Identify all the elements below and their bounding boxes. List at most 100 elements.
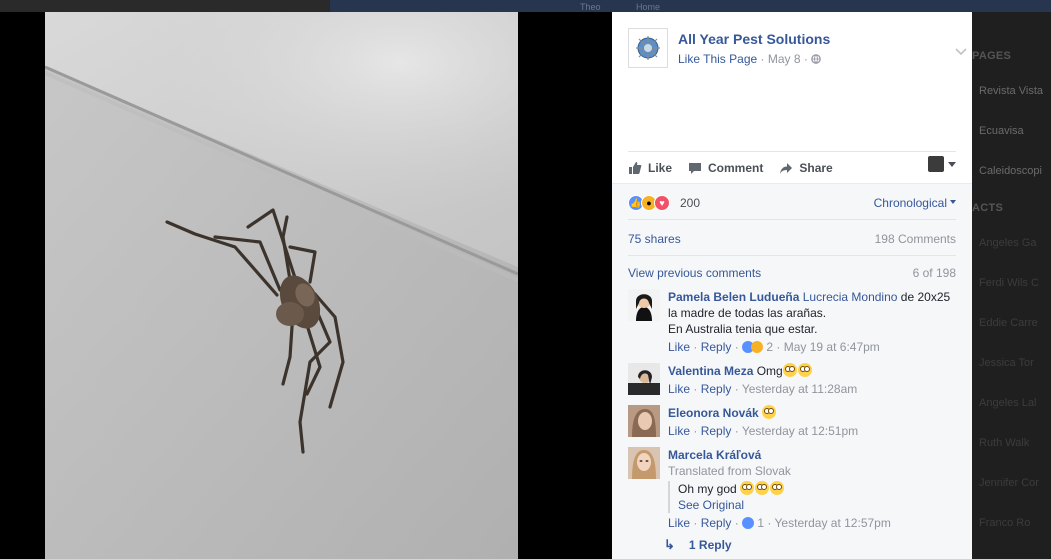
commenter-avatar[interactable] <box>628 447 660 479</box>
comment-text: Eleonora Novák <box>668 405 958 421</box>
comment-like-link[interactable]: Like <box>668 340 690 354</box>
fearful-face-emoji-icon <box>797 363 812 377</box>
comment-like-link[interactable]: Like <box>668 382 690 396</box>
comment-reply-link[interactable]: Reply <box>701 424 732 438</box>
avatar-image <box>628 289 660 321</box>
sidebar-contact-item[interactable]: Jennifer Cor <box>979 477 1039 489</box>
sidebar-page-item[interactable]: Revista Vista <box>979 85 1043 97</box>
like-reaction-icon <box>742 517 755 529</box>
comment-body: Valentina Meza Omg Like · Reply · Yester… <box>668 363 958 397</box>
commenter-name[interactable]: Marcela Kráľová <box>668 448 761 462</box>
comment-actions: Like · Reply · 2 · May 19 at 6:47pm <box>668 340 880 354</box>
page-name-link[interactable]: All Year Pest Solutions <box>678 31 830 47</box>
sidebar-contact-item[interactable]: Jessica Tor <box>979 357 1034 369</box>
post-panel: All Year Pest Solutions Like This Page ·… <box>612 12 972 559</box>
comment-timestamp[interactable]: Yesterday at 11:28am <box>742 382 857 396</box>
commenter-avatar[interactable] <box>628 405 660 437</box>
fearful-face-emoji-icon <box>782 363 797 377</box>
reaction-count[interactable]: 200 <box>680 196 700 210</box>
comment-reaction-count[interactable]: 2 <box>766 340 773 354</box>
flushed-face-emoji-icon <box>755 481 770 495</box>
nav-home-link[interactable]: Home <box>636 2 660 12</box>
shares-count-link[interactable]: 75 shares <box>628 232 681 246</box>
comment-timestamp[interactable]: Yesterday at 12:51pm <box>742 424 858 438</box>
comment-reply-link[interactable]: Reply <box>701 516 732 530</box>
search-bar[interactable] <box>0 0 330 12</box>
like-page-link[interactable]: Like This Page <box>678 52 757 66</box>
comment-like-link[interactable]: Like <box>668 516 690 530</box>
sidebar-contact-item[interactable]: Franco Ro <box>979 517 1030 529</box>
post-meta: Like This Page · May 8 · <box>678 52 822 66</box>
share-stats-row: 75 shares 198 Comments <box>628 230 956 256</box>
see-original-link[interactable]: See Original <box>678 497 958 513</box>
globe-icon <box>811 54 822 64</box>
comment-reply-link[interactable]: Reply <box>701 340 732 354</box>
sidebar-contact-item[interactable]: Angeles Lal <box>979 397 1037 409</box>
comment-text-part: Oh my god <box>678 482 737 496</box>
commenter-avatar[interactable] <box>628 289 660 321</box>
sidebar-pages-header: PAGES <box>972 50 1012 62</box>
comment-text-part: Omg <box>756 364 783 378</box>
view-replies-link[interactable]: ↳ 1 Reply <box>664 537 732 553</box>
post-header: All Year Pest Solutions Like This Page ·… <box>628 28 967 70</box>
sidebar-page-item[interactable]: Caleidoscopi <box>979 165 1042 177</box>
comment-like-link[interactable]: Like <box>668 424 690 438</box>
like-button[interactable]: Like <box>628 161 672 175</box>
comment-reply-link[interactable]: Reply <box>701 382 732 396</box>
sidebar-contact-item[interactable]: Eddie Carre <box>979 317 1038 329</box>
post-date[interactable]: May 8 <box>768 52 801 66</box>
post-as-selector[interactable] <box>928 156 956 172</box>
comment-sort-dropdown[interactable]: Chronological <box>874 196 956 210</box>
comment-body: Marcela Kráľová Translated from Slovak O… <box>668 447 958 531</box>
translated-label: Translated from Slovak <box>668 464 791 478</box>
comment-reaction-count[interactable]: 1 <box>757 516 764 530</box>
translated-quote: Oh my god See Original <box>668 481 958 513</box>
avatar-image <box>628 363 660 395</box>
chevron-down-icon[interactable] <box>954 46 968 56</box>
sidebar-page-item[interactable]: Ecuavisa <box>979 125 1024 137</box>
caret-down-icon <box>950 200 956 204</box>
comment-timestamp[interactable]: May 19 at 6:47pm <box>784 340 880 354</box>
comment-actions: Like · Reply · Yesterday at 12:51pm <box>668 424 859 438</box>
comment-button-label: Comment <box>708 160 764 175</box>
share-button[interactable]: Share <box>779 161 833 175</box>
comment-actions: Like · Reply · Yesterday at 11:28am <box>668 382 858 396</box>
comments-pager: 6 of 198 <box>912 266 956 280</box>
commenter-avatar[interactable] <box>628 363 660 395</box>
like-button-label: Like <box>648 160 673 175</box>
flushed-face-emoji-icon <box>770 481 785 495</box>
commenter-name[interactable]: Eleonora Novák <box>668 406 759 420</box>
avatar-image <box>628 447 660 479</box>
page-logo-icon <box>636 36 660 60</box>
share-icon <box>780 162 793 174</box>
meta-separator: · <box>760 52 765 66</box>
comments-count: 198 Comments <box>874 232 956 246</box>
comment-text: Marcela Kráľová <box>668 447 958 463</box>
wow-reaction-icon <box>751 341 764 353</box>
nav-profile-link[interactable]: Theo <box>580 2 601 12</box>
tagged-user-link[interactable]: Lucrecia Mondino <box>803 290 898 304</box>
comment-button[interactable]: Comment <box>688 161 763 175</box>
spider-photo-image <box>45 12 518 559</box>
comment-body: Pamela Belen Ludueña Lucrecia Mondino de… <box>668 289 958 355</box>
view-replies-label: 1 Reply <box>688 538 732 552</box>
sidebar-contact-item[interactable]: Ferdi Wils C <box>979 277 1039 289</box>
comment-icon <box>689 162 702 174</box>
comment-text: Valentina Meza Omg <box>668 363 958 379</box>
sidebar-contact-item[interactable]: Angeles Ga <box>979 237 1036 249</box>
meta-separator: · <box>803 52 808 66</box>
sidebar-contacts-header: ACTS <box>972 202 1004 214</box>
flushed-face-emoji-icon <box>740 481 755 495</box>
commenter-name[interactable]: Pamela Belen Ludueña <box>668 290 799 304</box>
view-previous-comments-link[interactable]: View previous comments <box>628 266 761 280</box>
reaction-icons[interactable]: 👍 ● ♥ <box>628 195 670 211</box>
comments-section: 👍 ● ♥ 200 Chronological 75 shares 198 Co… <box>612 183 972 559</box>
post-photo[interactable] <box>45 12 518 559</box>
reactions-row: 👍 ● ♥ 200 Chronological <box>628 194 956 220</box>
thumbs-up-icon <box>629 161 642 174</box>
comment-actions: Like · Reply · 1 · Yesterday at 12:57pm <box>668 516 891 530</box>
comment-timestamp[interactable]: Yesterday at 12:57pm <box>775 516 891 530</box>
commenter-name[interactable]: Valentina Meza <box>668 364 753 378</box>
page-avatar[interactable] <box>628 28 668 68</box>
sidebar-contact-item[interactable]: Ruth Walk <box>979 437 1029 449</box>
